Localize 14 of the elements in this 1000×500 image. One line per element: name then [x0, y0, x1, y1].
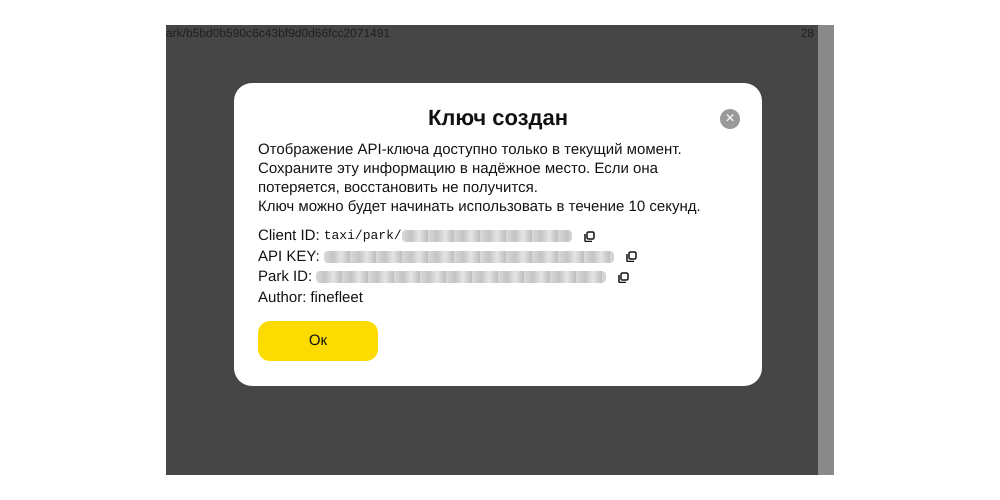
ok-button[interactable]: Ок — [258, 321, 378, 361]
message-text: Сохраните эту информацию в надёжное место. Если она потеряется, восстановить не получится. — [258, 159, 659, 197]
copy-icon[interactable] — [618, 272, 630, 283]
field-label: Author: — [258, 288, 306, 308]
copy-icon[interactable] — [626, 251, 637, 262]
field-label: API KEY: — [258, 246, 320, 266]
copy-icon[interactable] — [584, 230, 595, 242]
field-value: taxi/park/ — [324, 227, 402, 245]
message-text: Ключ можно будет начинать использовать в течение 10 секунд. — [258, 197, 702, 216]
field-label: Client ID: — [258, 226, 320, 246]
field-value: finefleet — [310, 288, 363, 308]
field-label: Park ID: — [258, 267, 312, 287]
dialog-title: Ключ создан — [428, 104, 568, 132]
message-text: Отображение API-ключа доступно только в текущий момент. — [258, 140, 683, 159]
